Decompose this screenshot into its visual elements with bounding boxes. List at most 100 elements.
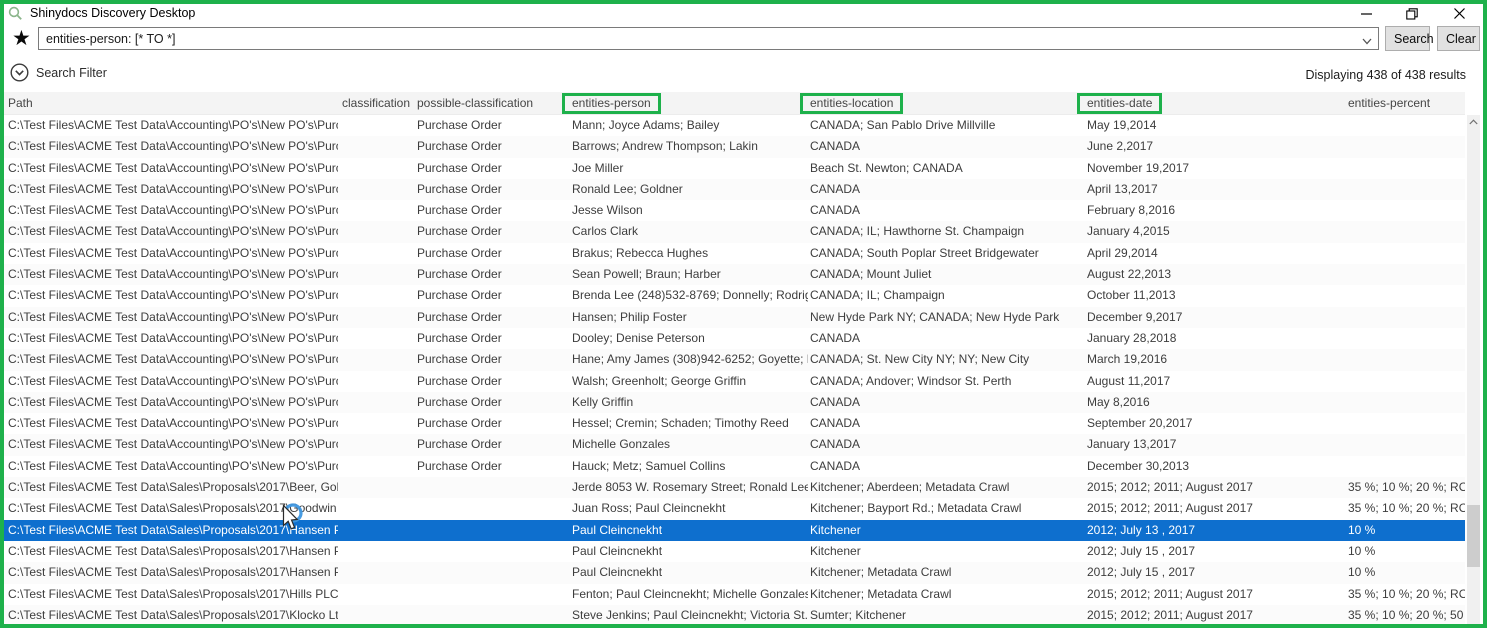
cell-path: C:\Test Files\ACME Test Data\Accounting\… xyxy=(8,243,338,264)
search-combobox[interactable] xyxy=(38,27,1379,50)
cell-entities_date: 2012; July 13 , 2017 xyxy=(1087,520,1346,541)
table-row[interactable]: C:\Test Files\ACME Test Data\Sales\Propo… xyxy=(4,541,1465,562)
scroll-up-icon[interactable] xyxy=(1467,115,1480,129)
table-row[interactable]: C:\Test Files\ACME Test Data\Accounting\… xyxy=(4,115,1465,136)
search-input[interactable] xyxy=(39,28,1378,49)
column-header-entities_person[interactable]: entities-person xyxy=(572,92,808,115)
scrollbar-thumb[interactable] xyxy=(1467,505,1480,567)
cell-path: C:\Test Files\ACME Test Data\Accounting\… xyxy=(8,179,338,200)
cell-classification xyxy=(342,158,415,179)
results-count-status: Displaying 438 of 438 results xyxy=(1305,68,1466,82)
cell-entities_location: CANADA; San Pablo Drive Millville xyxy=(810,115,1085,136)
chevron-down-icon[interactable] xyxy=(1362,32,1372,50)
cell-entities_date: December 9,2017 xyxy=(1087,307,1346,328)
clear-button[interactable]: Clear xyxy=(1437,26,1480,51)
table-row[interactable]: C:\Test Files\ACME Test Data\Sales\Propo… xyxy=(4,605,1465,624)
cell-entities_percent xyxy=(1348,136,1465,157)
cell-possible_classification: Purchase Order xyxy=(417,221,570,242)
cell-entities_location: CANADA; IL; Hawthorne St. Champaign xyxy=(810,221,1085,242)
cell-possible_classification: Purchase Order xyxy=(417,179,570,200)
search-button[interactable]: Search xyxy=(1385,26,1430,51)
cell-entities_percent: 10 % xyxy=(1348,541,1465,562)
cell-entities_person: Jesse Wilson xyxy=(572,200,808,221)
cell-entities_percent xyxy=(1348,115,1465,136)
cell-possible_classification: Purchase Order xyxy=(417,243,570,264)
minimize-button[interactable] xyxy=(1351,4,1381,23)
cell-classification xyxy=(342,221,415,242)
cell-entities_person: Dooley; Denise Peterson xyxy=(572,328,808,349)
cell-entities_percent xyxy=(1348,221,1465,242)
cell-entities_location: CANADA xyxy=(810,136,1085,157)
cell-possible_classification xyxy=(417,584,570,605)
table-row[interactable]: C:\Test Files\ACME Test Data\Accounting\… xyxy=(4,307,1465,328)
table-row[interactable]: C:\Test Files\ACME Test Data\Accounting\… xyxy=(4,179,1465,200)
cell-entities_person: Barrows; Andrew Thompson; Lakin xyxy=(572,136,808,157)
table-row[interactable]: C:\Test Files\ACME Test Data\Accounting\… xyxy=(4,434,1465,455)
cell-path: C:\Test Files\ACME Test Data\Accounting\… xyxy=(8,200,338,221)
cell-entities_person: Ronald Lee; Goldner xyxy=(572,179,808,200)
table-row[interactable]: C:\Test Files\ACME Test Data\Accounting\… xyxy=(4,264,1465,285)
cell-classification xyxy=(342,285,415,306)
column-header-entities_location[interactable]: entities-location xyxy=(810,92,1085,115)
table-row[interactable]: C:\Test Files\ACME Test Data\Sales\Propo… xyxy=(4,562,1465,583)
cell-entities_person: Joe Miller xyxy=(572,158,808,179)
results-table-rows: C:\Test Files\ACME Test Data\Accounting\… xyxy=(4,115,1465,624)
cell-possible_classification xyxy=(417,541,570,562)
cell-entities_person: Hauck; Metz; Samuel Collins xyxy=(572,456,808,477)
table-row[interactable]: C:\Test Files\ACME Test Data\Accounting\… xyxy=(4,413,1465,434)
table-row[interactable]: C:\Test Files\ACME Test Data\Sales\Propo… xyxy=(4,584,1465,605)
cell-entities_person: Brakus; Rebecca Hughes xyxy=(572,243,808,264)
column-header-possible_classification[interactable]: possible-classification xyxy=(417,92,570,115)
cell-entities_person: Michelle Gonzales xyxy=(572,434,808,455)
cell-possible_classification: Purchase Order xyxy=(417,136,570,157)
cell-path: C:\Test Files\ACME Test Data\Accounting\… xyxy=(8,285,338,306)
cell-classification xyxy=(342,392,415,413)
cell-entities_person: Walsh; Greenholt; George Griffin xyxy=(572,371,808,392)
column-header-entities_date[interactable]: entities-date xyxy=(1087,92,1346,115)
table-row[interactable]: C:\Test Files\ACME Test Data\Accounting\… xyxy=(4,285,1465,306)
cell-entities_date: December 30,2013 xyxy=(1087,456,1346,477)
table-row[interactable]: C:\Test Files\ACME Test Data\Accounting\… xyxy=(4,200,1465,221)
cell-entities_location: Kitchener; Bayport Rd.; Metadata Crawl xyxy=(810,498,1085,519)
cell-classification xyxy=(342,562,415,583)
table-row-selected[interactable]: C:\Test Files\ACME Test Data\Sales\Propo… xyxy=(4,520,1465,541)
table-row[interactable]: C:\Test Files\ACME Test Data\Accounting\… xyxy=(4,221,1465,242)
cell-entities_date: 2015; 2012; 2011; August 2017 xyxy=(1087,477,1346,498)
cell-entities_date: March 19,2016 xyxy=(1087,349,1346,370)
cell-entities_date: November 19,2017 xyxy=(1087,158,1346,179)
close-icon[interactable] xyxy=(1444,4,1474,23)
table-row[interactable]: C:\Test Files\ACME Test Data\Accounting\… xyxy=(4,136,1465,157)
cell-path: C:\Test Files\ACME Test Data\Accounting\… xyxy=(8,349,338,370)
cell-entities_date: August 11,2017 xyxy=(1087,371,1346,392)
table-row[interactable]: C:\Test Files\ACME Test Data\Accounting\… xyxy=(4,456,1465,477)
cell-entities_percent xyxy=(1348,264,1465,285)
cell-classification xyxy=(342,371,415,392)
table-row[interactable]: C:\Test Files\ACME Test Data\Accounting\… xyxy=(4,371,1465,392)
cell-possible_classification: Purchase Order xyxy=(417,371,570,392)
cell-classification xyxy=(342,349,415,370)
table-row[interactable]: C:\Test Files\ACME Test Data\Sales\Propo… xyxy=(4,498,1465,519)
cell-entities_location: Kitchener xyxy=(810,541,1085,562)
cell-entities_percent xyxy=(1348,371,1465,392)
cell-entities_date: 2012; July 15 , 2017 xyxy=(1087,541,1346,562)
app-magnifier-icon xyxy=(8,6,23,26)
table-row[interactable]: C:\Test Files\ACME Test Data\Accounting\… xyxy=(4,328,1465,349)
search-filter-toggle[interactable]: Search Filter xyxy=(10,63,107,82)
favorite-star-icon[interactable]: ★ xyxy=(12,25,31,53)
column-header-entities_percent[interactable]: entities-percent xyxy=(1348,92,1465,115)
restore-button[interactable] xyxy=(1397,4,1427,23)
cell-entities_location: CANADA; Andover; Windsor St. Perth xyxy=(810,371,1085,392)
column-header-path[interactable]: Path xyxy=(8,92,338,115)
table-row[interactable]: C:\Test Files\ACME Test Data\Accounting\… xyxy=(4,392,1465,413)
table-row[interactable]: C:\Test Files\ACME Test Data\Sales\Propo… xyxy=(4,477,1465,498)
column-header-classification[interactable]: classification xyxy=(342,92,415,115)
vertical-scrollbar[interactable] xyxy=(1467,115,1480,624)
cell-entities_date: September 20,2017 xyxy=(1087,413,1346,434)
results-table-header: Pathclassificationpossible-classificatio… xyxy=(4,92,1465,115)
table-row[interactable]: C:\Test Files\ACME Test Data\Accounting\… xyxy=(4,243,1465,264)
table-row[interactable]: C:\Test Files\ACME Test Data\Accounting\… xyxy=(4,349,1465,370)
cell-entities_date: 2015; 2012; 2011; August 2017 xyxy=(1087,498,1346,519)
table-row[interactable]: C:\Test Files\ACME Test Data\Accounting\… xyxy=(4,158,1465,179)
cell-entities_person: Sean Powell; Braun; Harber xyxy=(572,264,808,285)
cell-path: C:\Test Files\ACME Test Data\Accounting\… xyxy=(8,434,338,455)
